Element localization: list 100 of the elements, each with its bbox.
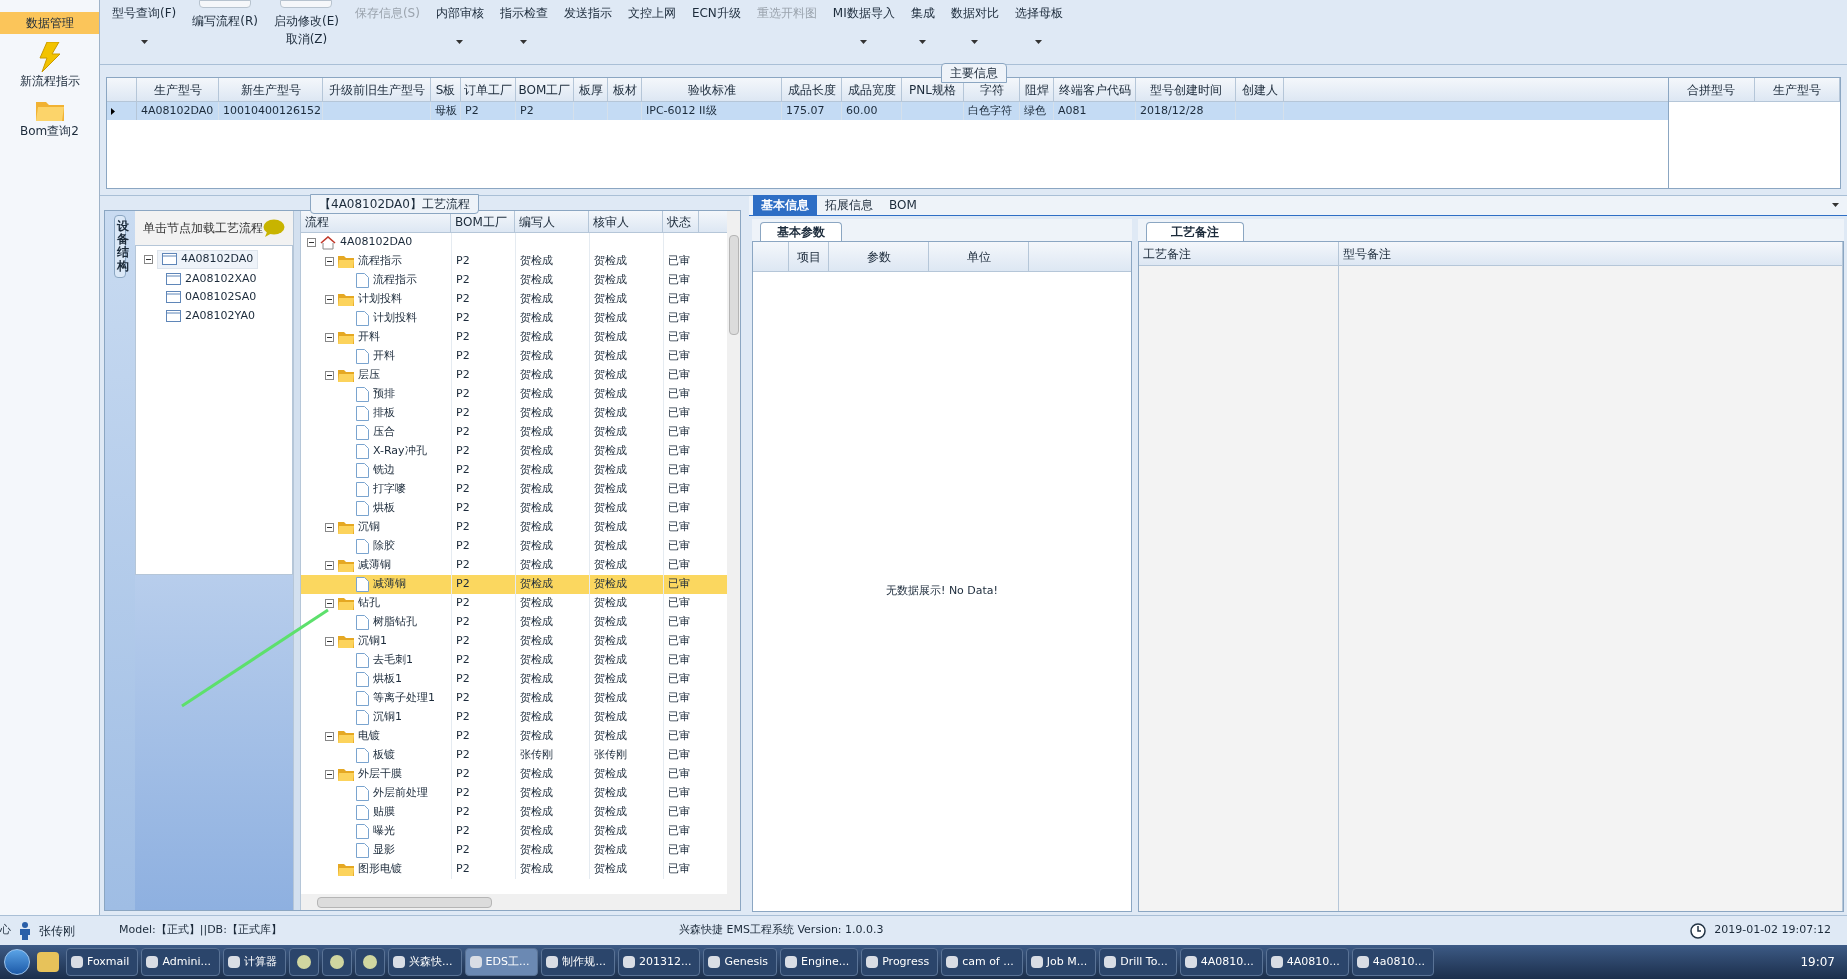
table-cell: 已审 <box>668 614 690 631</box>
taskbar-button[interactable]: Job M... <box>1025 948 1097 976</box>
tree-row[interactable]: 开料 P2 贺检成 贺检成 已审 <box>301 328 727 347</box>
taskbar-icon[interactable] <box>289 948 319 976</box>
tree-node[interactable]: 0A08102SA0 <box>185 289 257 306</box>
table-cell: 已审 <box>668 633 690 650</box>
toolbar-button[interactable]: 数据对比 <box>950 4 999 22</box>
tree-row[interactable]: 铣边 P2 贺检成 贺检成 已审 <box>301 461 727 480</box>
taskbar-icon[interactable] <box>322 948 352 976</box>
tree-row[interactable]: 计划投料 P2 贺检成 贺检成 已审 <box>301 290 727 309</box>
taskbar-button[interactable]: 4a0810... <box>1351 948 1434 976</box>
tree-row[interactable]: 外层前处理 P2 贺检成 贺检成 已审 <box>301 784 727 803</box>
toolbar-button[interactable]: 内部审核 <box>435 4 484 22</box>
toolbar-button[interactable]: 取消(Z) <box>285 30 328 48</box>
taskbar-button[interactable]: Progress <box>861 948 939 976</box>
taskbar-button[interactable]: Engine... <box>779 948 859 976</box>
toolbar-button[interactable]: 编写流程(R) <box>192 12 258 30</box>
sidebar-item[interactable]: Bom查询2 <box>0 98 99 140</box>
horizontal-scrollbar[interactable] <box>301 894 740 910</box>
tree-row[interactable]: 流程指示 P2 贺检成 贺检成 已审 <box>301 271 727 290</box>
tree-row[interactable]: 曝光 P2 贺检成 贺检成 已审 <box>301 822 727 841</box>
tree-row[interactable]: 预排 P2 贺检成 贺检成 已审 <box>301 385 727 404</box>
taskbar-button[interactable]: 兴森快... <box>388 948 462 976</box>
taskbar-button[interactable]: Foxmail <box>66 948 139 976</box>
table-cell: 贺检成 <box>594 405 627 422</box>
notes-area[interactable] <box>1339 266 1842 911</box>
toolbar-button[interactable]: 文控上网 <box>627 4 676 22</box>
tree-row[interactable]: 贴膜 P2 贺检成 贺检成 已审 <box>301 803 727 822</box>
toolbar-button[interactable]: 型号查询(F) <box>112 4 177 22</box>
tree-node[interactable]: 2A08102XA0 <box>185 270 257 287</box>
taskbar-icon[interactable] <box>355 948 385 976</box>
taskbar-button[interactable]: EDS工... <box>464 948 539 976</box>
tree-row[interactable]: 流程指示 P2 贺检成 贺检成 已审 <box>301 252 727 271</box>
table-cell: 已审 <box>668 348 690 365</box>
toolbar-button[interactable]: 集成 <box>910 4 935 22</box>
tree-row[interactable]: 电镀 P2 贺检成 贺检成 已审 <box>301 727 727 746</box>
vertical-scrollbar[interactable] <box>727 211 740 894</box>
tab[interactable]: BOM <box>881 195 925 215</box>
taskbar-button[interactable]: Drill To... <box>1099 948 1177 976</box>
tree-row[interactable]: 压合 P2 贺检成 贺检成 已审 <box>301 423 727 442</box>
tree-node[interactable]: 4A08102DA0 <box>157 250 259 269</box>
taskbar-button[interactable]: 201312... <box>617 948 701 976</box>
tree-label: 层压 <box>358 367 380 384</box>
toggle-switch[interactable] <box>280 0 333 8</box>
taskbar-button[interactable]: 制作规... <box>541 948 615 976</box>
tree-row[interactable]: 板镀 P2 张传刚 张传刚 已审 <box>301 746 727 765</box>
splitter[interactable] <box>293 211 301 910</box>
tree-row[interactable]: 沉铜1 P2 贺检成 贺检成 已审 <box>301 632 727 651</box>
toolbar-button[interactable]: ECN升级 <box>691 4 741 22</box>
toggle-switch[interactable] <box>199 0 252 8</box>
tree-row[interactable]: 排板 P2 贺检成 贺检成 已审 <box>301 404 727 423</box>
tree-row[interactable]: 去毛刺1 P2 贺检成 贺检成 已审 <box>301 651 727 670</box>
toolbar-button[interactable]: 指示检查 <box>499 4 548 22</box>
tree-row[interactable]: 计划投料 P2 贺检成 贺检成 已审 <box>301 309 727 328</box>
tab[interactable]: 工艺备注 <box>1146 222 1244 241</box>
taskbar-button[interactable]: 4A0810... <box>1265 948 1349 976</box>
taskbar-button[interactable]: 计算器 <box>223 948 286 976</box>
taskbar-button[interactable]: 4A0810... <box>1179 948 1263 976</box>
tree-row[interactable]: 4A08102DA0 <box>301 233 727 252</box>
notes-area[interactable] <box>1139 266 1338 911</box>
taskbar-icon[interactable] <box>37 952 59 972</box>
sidebar-item[interactable]: 数据管理 <box>0 12 99 34</box>
tree-row[interactable]: 烘板1 P2 贺检成 贺检成 已审 <box>301 670 727 689</box>
tree-row[interactable]: 等离子处理1 P2 贺检成 贺检成 已审 <box>301 689 727 708</box>
tree-row[interactable]: 沉铜 P2 贺检成 贺检成 已审 <box>301 518 727 537</box>
tree-row[interactable]: 开料 P2 贺检成 贺检成 已审 <box>301 347 727 366</box>
table-cell: 贺检成 <box>594 462 627 479</box>
tree-row[interactable]: 沉铜1 P2 贺检成 贺检成 已审 <box>301 708 727 727</box>
sidebar-item[interactable]: 新流程指示 <box>0 42 99 90</box>
column-header: S板 <box>431 78 461 101</box>
tree-row[interactable]: 外层干膜 P2 贺检成 贺检成 已审 <box>301 765 727 784</box>
tree-label: 沉铜 <box>358 519 380 536</box>
tree-row[interactable]: 树脂钻孔 P2 贺检成 贺检成 已审 <box>301 613 727 632</box>
table-cell: 贺检成 <box>520 329 553 346</box>
tree-row[interactable]: 显影 P2 贺检成 贺检成 已审 <box>301 841 727 860</box>
table-row[interactable]: 4A08102DA0 10010400126152 母板 P2 P2 IPC-6012 II级 175.07 60.00 白色字符 绿色 A081 2018/12/28 <box>107 102 1668 120</box>
tree-row[interactable]: 减薄铜 P2 贺检成 贺检成 已审 <box>301 575 727 594</box>
table-cell: 已审 <box>668 804 690 821</box>
taskbar-button[interactable]: cam of ... <box>941 948 1023 976</box>
tree-row[interactable]: 除胶 P2 贺检成 贺检成 已审 <box>301 537 727 556</box>
table-cell: P2 <box>456 386 470 403</box>
toolbar-button[interactable]: 选择母板 <box>1014 4 1063 22</box>
tree-row[interactable]: 图形电镀 P2 贺检成 贺检成 已审 <box>301 860 727 879</box>
tab[interactable]: 拓展信息 <box>817 195 881 215</box>
toolbar-button[interactable]: 启动修改(E) <box>273 12 339 30</box>
taskbar-button[interactable]: Genesis <box>703 948 777 976</box>
start-button[interactable] <box>4 949 30 975</box>
tab[interactable]: 基本信息 <box>753 195 817 215</box>
taskbar-button[interactable]: Admini... <box>141 948 220 976</box>
toolbar-button[interactable]: 发送指示 <box>563 4 612 22</box>
tree-row[interactable]: 打字嘜 P2 贺检成 贺检成 已审 <box>301 480 727 499</box>
document-icon <box>356 501 369 516</box>
tab[interactable]: 基本参数 <box>760 222 842 241</box>
tree-row[interactable]: 烘板 P2 贺检成 贺检成 已审 <box>301 499 727 518</box>
toolbar-button[interactable]: MI数据导入 <box>832 4 895 22</box>
tree-node[interactable]: 2A08102YA0 <box>185 307 255 324</box>
tree-row[interactable]: 钻孔 P2 贺检成 贺检成 已审 <box>301 594 727 613</box>
tree-row[interactable]: 层压 P2 贺检成 贺检成 已审 <box>301 366 727 385</box>
tree-row[interactable]: X-Ray冲孔 P2 贺检成 贺检成 已审 <box>301 442 727 461</box>
table-cell: 已审 <box>668 500 690 517</box>
